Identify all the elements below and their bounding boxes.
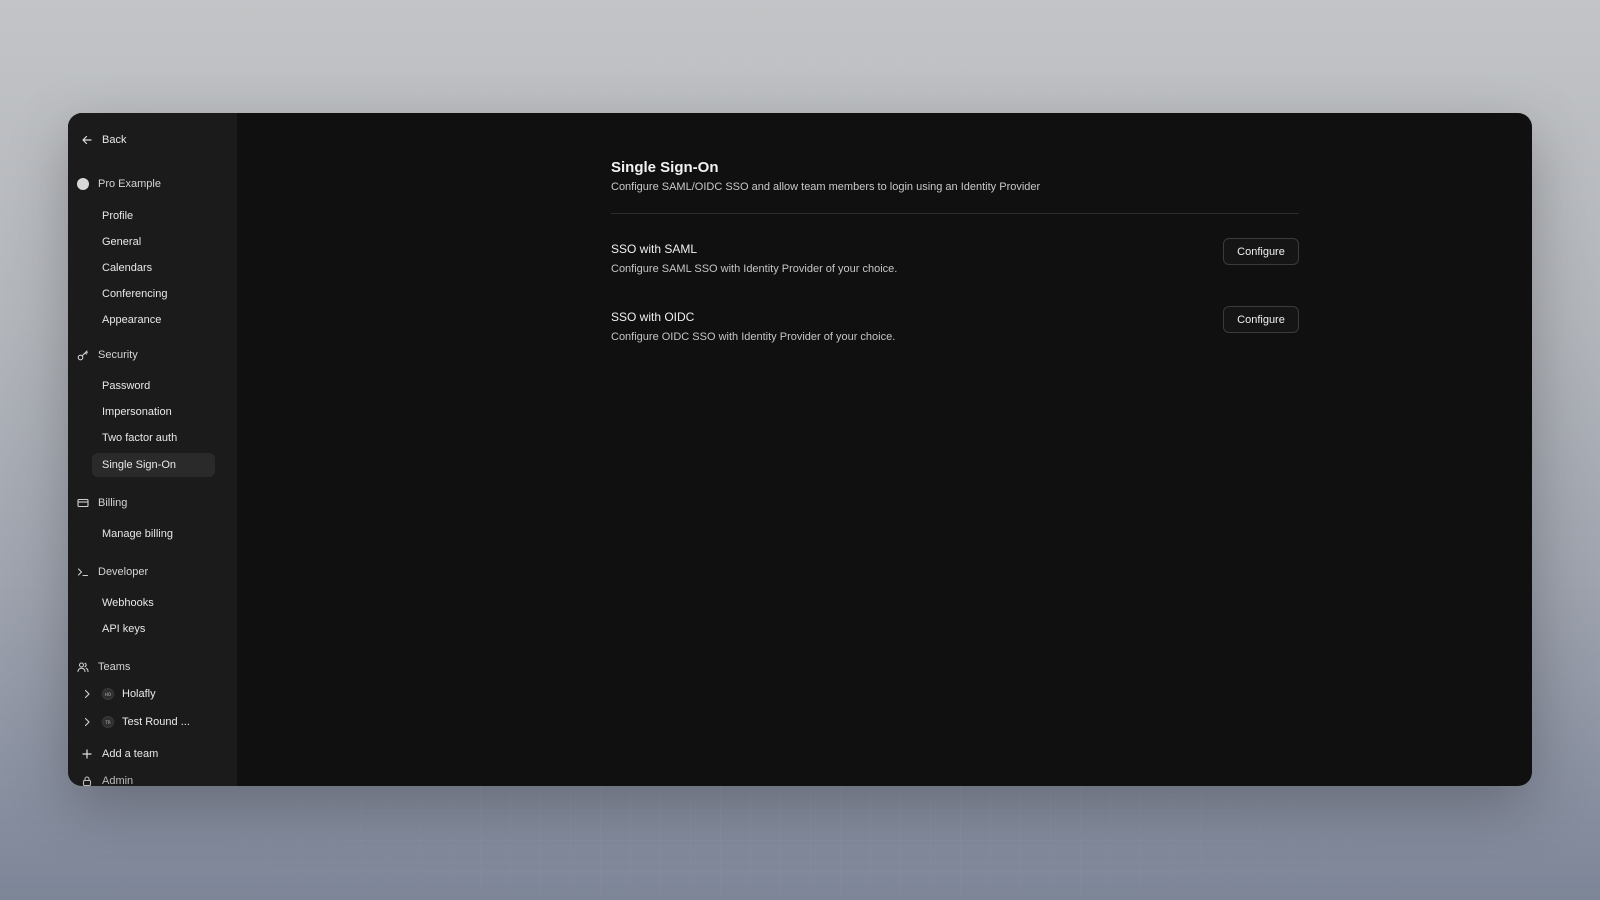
sidebar-item-label: Impersonation bbox=[102, 406, 172, 418]
team-item-test-round[interactable]: TR Test Round ... bbox=[80, 715, 190, 729]
sidebar-item-label: Webhooks bbox=[102, 597, 154, 609]
back-label: Back bbox=[102, 134, 127, 146]
sso-saml-option: SSO with SAML Configure SAML SSO with Id… bbox=[611, 238, 1299, 282]
avatar-circle-icon bbox=[76, 177, 90, 191]
sidebar-item-profile[interactable]: Profile bbox=[92, 204, 215, 228]
sso-option-description: Configure SAML SSO with Identity Provide… bbox=[611, 263, 898, 275]
sidebar-item-manage-billing[interactable]: Manage billing bbox=[92, 522, 215, 546]
section-label: Security bbox=[98, 349, 138, 361]
section-label: Pro Example bbox=[98, 178, 161, 190]
configure-saml-button[interactable]: Configure bbox=[1223, 238, 1299, 265]
settings-sidebar: Back Pro Example Profile General Calenda… bbox=[68, 113, 237, 786]
key-icon bbox=[76, 348, 90, 362]
sidebar-item-label: Single Sign-On bbox=[102, 459, 176, 471]
sidebar-item-label: Profile bbox=[102, 210, 134, 222]
section-teams: Teams bbox=[76, 660, 130, 674]
sidebar-item-label: Conferencing bbox=[102, 288, 168, 300]
add-team-button[interactable]: Add a team bbox=[80, 747, 158, 761]
section-billing: Billing bbox=[76, 496, 127, 510]
add-team-label: Add a team bbox=[102, 748, 159, 760]
sso-oidc-option: SSO with OIDC Configure OIDC SSO with Id… bbox=[611, 306, 1299, 350]
sidebar-item-general[interactable]: General bbox=[92, 230, 215, 254]
section-pro-example: Pro Example bbox=[76, 177, 161, 191]
sidebar-item-label: Manage billing bbox=[102, 528, 173, 540]
terminal-icon bbox=[76, 565, 90, 579]
configure-oidc-button[interactable]: Configure bbox=[1223, 306, 1299, 333]
section-label: Developer bbox=[98, 566, 149, 578]
lock-icon bbox=[80, 774, 94, 786]
section-admin[interactable]: Admin bbox=[80, 774, 133, 786]
sidebar-item-label: Two factor auth bbox=[102, 432, 178, 444]
users-icon bbox=[76, 660, 90, 674]
section-developer: Developer bbox=[76, 565, 148, 579]
chevron-right-icon[interactable] bbox=[80, 715, 94, 729]
plus-icon bbox=[80, 747, 94, 761]
section-label: Billing bbox=[98, 497, 128, 509]
sidebar-item-calendars[interactable]: Calendars bbox=[92, 256, 215, 280]
arrow-left-icon bbox=[80, 133, 94, 147]
team-item-holafly[interactable]: HO Holafly bbox=[80, 687, 156, 701]
sidebar-item-api-keys[interactable]: API keys bbox=[92, 617, 215, 641]
sidebar-item-webhooks[interactable]: Webhooks bbox=[92, 591, 215, 615]
page-description: Configure SAML/OIDC SSO and allow team m… bbox=[611, 181, 1041, 193]
app-window: Back Pro Example Profile General Calenda… bbox=[68, 113, 1532, 786]
sso-option-description: Configure OIDC SSO with Identity Provide… bbox=[611, 331, 896, 343]
sidebar-item-two-factor-auth[interactable]: Two factor auth bbox=[92, 426, 215, 450]
credit-card-icon bbox=[76, 496, 90, 510]
sidebar-item-label: Calendars bbox=[102, 262, 153, 274]
sidebar-item-label: General bbox=[102, 236, 142, 248]
sidebar-item-label: Appearance bbox=[102, 314, 162, 326]
team-avatar: TR bbox=[102, 716, 114, 728]
sso-option-title: SSO with OIDC bbox=[611, 310, 695, 324]
sidebar-item-label: Password bbox=[102, 380, 151, 392]
section-label: Teams bbox=[98, 661, 131, 673]
sidebar-item-label: API keys bbox=[102, 623, 146, 635]
sidebar-item-impersonation[interactable]: Impersonation bbox=[92, 400, 215, 424]
page-title: Single Sign-On bbox=[611, 159, 719, 176]
sidebar-item-conferencing[interactable]: Conferencing bbox=[92, 282, 215, 306]
team-name: Test Round ... bbox=[122, 716, 190, 728]
sso-option-title: SSO with SAML bbox=[611, 242, 698, 256]
section-label: Admin bbox=[102, 775, 134, 786]
team-name: Holafly bbox=[122, 688, 156, 700]
divider bbox=[611, 213, 1299, 214]
team-avatar: HO bbox=[102, 688, 114, 700]
sidebar-item-appearance[interactable]: Appearance bbox=[92, 308, 215, 332]
sidebar-item-single-sign-on[interactable]: Single Sign-On bbox=[92, 453, 215, 477]
back-button[interactable]: Back bbox=[80, 133, 126, 147]
section-security: Security bbox=[76, 348, 138, 362]
sidebar-item-password[interactable]: Password bbox=[92, 374, 215, 398]
chevron-right-icon[interactable] bbox=[80, 687, 94, 701]
